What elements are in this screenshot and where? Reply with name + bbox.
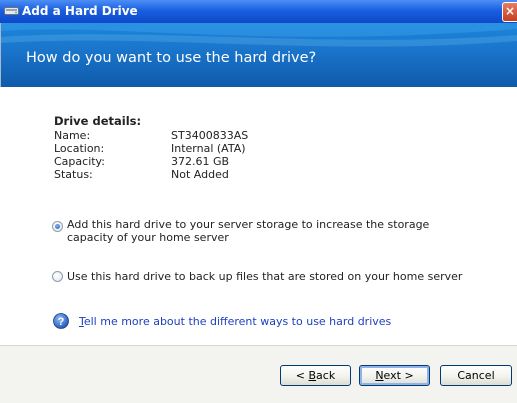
help-link-text: ell me more about the different ways to … xyxy=(83,315,392,328)
header-banner: How do you want to use the hard drive? xyxy=(0,23,517,87)
window-title: Add a Hard Drive xyxy=(22,4,138,18)
option-backup-label[interactable]: Use this hard drive to back up files tha… xyxy=(67,270,477,283)
detail-label: Capacity: xyxy=(54,155,105,168)
footer-bar: < Back Next > Cancel xyxy=(0,345,517,403)
help-link[interactable]: Tell me more about the different ways to… xyxy=(79,315,391,328)
detail-value: ST3400833AS xyxy=(171,129,249,142)
help-question-icon[interactable]: ? xyxy=(53,313,69,329)
detail-value: Internal (ATA) xyxy=(171,142,246,155)
close-icon: × xyxy=(504,4,516,18)
detail-label: Location: xyxy=(54,142,105,155)
detail-value: Not Added xyxy=(171,168,229,181)
content-area: Drive details: Name: ST3400833AS Locatio… xyxy=(0,87,517,345)
svg-text:?: ? xyxy=(58,316,65,328)
option-add-label[interactable]: Add this hard drive to your server stora… xyxy=(67,218,477,244)
page-heading: How do you want to use the hard drive? xyxy=(26,50,317,66)
detail-label: Name: xyxy=(54,129,91,142)
back-button[interactable]: < Back xyxy=(280,365,351,386)
detail-value: 372.61 GB xyxy=(171,155,230,168)
next-button[interactable]: Next > xyxy=(359,365,430,386)
cancel-button[interactable]: Cancel xyxy=(440,365,512,386)
drive-details-title: Drive details: xyxy=(54,114,142,128)
detail-label: Status: xyxy=(54,168,93,181)
hard-drive-icon xyxy=(4,7,19,15)
window-title-bar[interactable]: Add a Hard Drive × xyxy=(0,0,517,23)
close-button[interactable]: × xyxy=(502,2,517,22)
radio-add-to-storage[interactable] xyxy=(52,221,63,232)
radio-backup[interactable] xyxy=(52,271,63,282)
